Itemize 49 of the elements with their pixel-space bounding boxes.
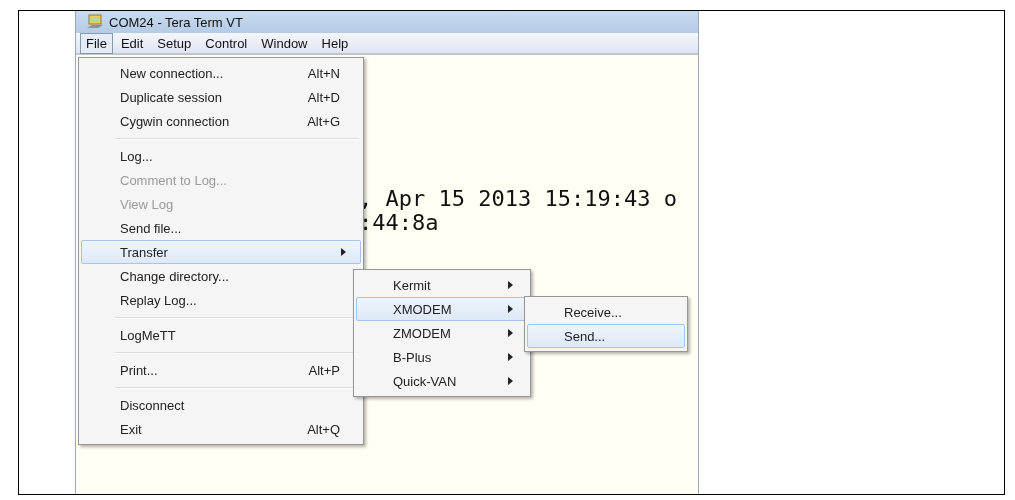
shortcut-label: Alt+P bbox=[308, 362, 341, 378]
menu-item[interactable]: Duplicate session Alt+D bbox=[81, 85, 361, 109]
menu-bar-item[interactable]: Edit bbox=[114, 32, 150, 54]
menu-item[interactable]: ZMODEM bbox=[356, 321, 528, 345]
terminal-app-icon bbox=[86, 14, 104, 30]
menu-item-label: LogMeTT bbox=[120, 327, 176, 343]
menu-bar-item[interactable]: Control bbox=[199, 32, 254, 54]
menu-item[interactable]: Log... bbox=[81, 144, 361, 168]
shortcut-label: Alt+D bbox=[307, 89, 341, 105]
menu-item-label: New connection... bbox=[120, 65, 224, 81]
menu-item[interactable]: B-Plus bbox=[356, 345, 528, 369]
menu-bar-item[interactable]: File bbox=[80, 32, 113, 54]
menu-item-label: Cygwin connection bbox=[120, 113, 230, 129]
terminal-line: :44:8a bbox=[359, 211, 440, 235]
menu-item-label: Disconnect bbox=[120, 397, 185, 413]
menu-item[interactable]: Cygwin connection Alt+G bbox=[81, 109, 361, 133]
menu-item[interactable]: Disconnect bbox=[81, 393, 361, 417]
menu-bar-item[interactable]: Setup bbox=[151, 32, 198, 54]
menu-item-label: Print... bbox=[120, 362, 158, 378]
menu-item-label: Replay Log... bbox=[120, 292, 197, 308]
menu-bar-item[interactable]: Help bbox=[315, 32, 355, 54]
menu-item[interactable]: Kermit bbox=[356, 273, 528, 297]
menu-item[interactable]: Quick-VAN bbox=[356, 369, 528, 393]
menu-item-label: Transfer bbox=[120, 244, 168, 260]
menu-bar-item[interactable]: Window bbox=[255, 32, 314, 54]
menu-item-label: Duplicate session bbox=[120, 89, 222, 105]
shortcut-label: Alt+Q bbox=[307, 421, 341, 437]
menu-item[interactable]: Send... bbox=[527, 324, 685, 348]
menu-item[interactable]: Send file... bbox=[81, 216, 361, 240]
menu-item-label: Change directory... bbox=[120, 268, 229, 284]
menu-item-label: Quick-VAN bbox=[393, 373, 457, 389]
shortcut-label: Alt+G bbox=[307, 113, 341, 129]
menu-item[interactable]: Receive... bbox=[527, 300, 685, 324]
menu-item[interactable]: Transfer bbox=[81, 240, 361, 264]
window-title: COM24 - Tera Term VT bbox=[109, 14, 243, 30]
menu-item-label: Send... bbox=[564, 328, 606, 344]
menu-item-label: Send file... bbox=[120, 220, 182, 236]
menu-item-label: XMODEM bbox=[393, 301, 452, 317]
menu-item-label: Log... bbox=[120, 148, 153, 164]
menu-item-label: Receive... bbox=[564, 304, 622, 320]
shortcut-label: Alt+N bbox=[307, 65, 341, 81]
menu-item-label: B-Plus bbox=[393, 349, 432, 365]
menu-item-label: ZMODEM bbox=[393, 325, 451, 341]
menu-item-label: Comment to Log... bbox=[120, 172, 227, 188]
menu-item-label: Kermit bbox=[393, 277, 431, 293]
menu-item[interactable]: New connection... Alt+N bbox=[81, 61, 361, 85]
menu-item[interactable]: Exit Alt+Q bbox=[81, 417, 361, 441]
menu-item-label: View Log bbox=[120, 196, 174, 212]
menu-item-label: Exit bbox=[120, 421, 142, 437]
